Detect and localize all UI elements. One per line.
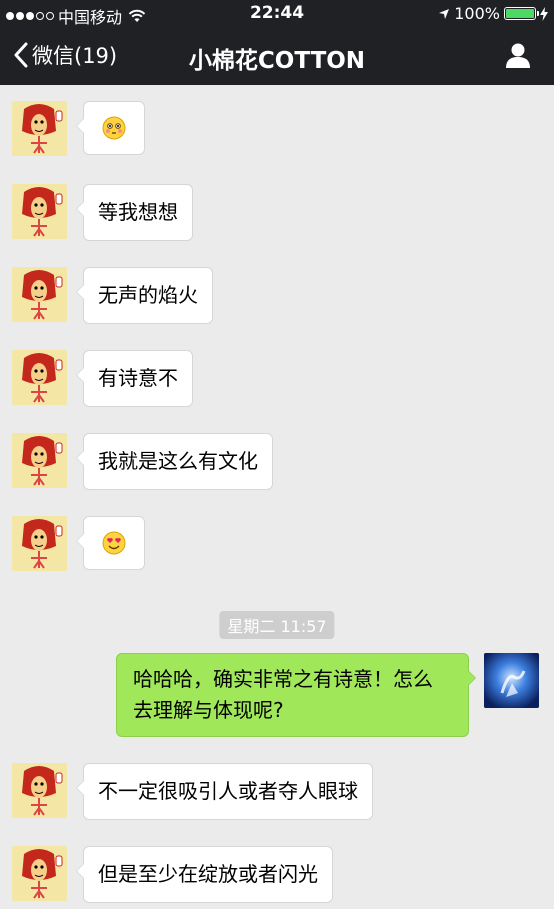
message-bubble[interactable]: 哈哈哈，确实非常之有诗意！怎么 去理解与体现呢? — [116, 653, 476, 737]
message-text-line-1: 哈哈哈，确实非常之有诗意！怎么 — [133, 667, 433, 691]
contact-avatar[interactable] — [12, 433, 67, 488]
location-arrow-icon — [439, 8, 450, 19]
flushed-face-emoji-icon — [102, 116, 126, 140]
message-bubble[interactable] — [76, 516, 145, 570]
contact-avatar[interactable] — [12, 101, 67, 156]
contact-avatar[interactable] — [12, 846, 67, 901]
message-bubble[interactable]: 无声的焰火 — [76, 267, 213, 324]
timestamp-label: 星期二 11:57 — [219, 611, 335, 639]
message-bubble[interactable] — [76, 101, 145, 155]
charging-bolt-icon — [540, 6, 548, 21]
message-bubble[interactable]: 我就是这么有文化 — [76, 433, 273, 490]
my-avatar[interactable] — [484, 653, 539, 708]
contact-avatar[interactable] — [12, 763, 67, 818]
battery-icon — [504, 7, 539, 20]
message-text-line-2: 去理解与体现呢? — [133, 698, 284, 722]
chat-header: 微信(19) 小棉花COTTON — [0, 28, 554, 85]
message-bubble[interactable]: 有诗意不 — [76, 350, 193, 407]
profile-icon[interactable] — [504, 41, 532, 69]
contact-avatar[interactable] — [12, 267, 67, 322]
chat-title: 小棉花COTTON — [188, 48, 366, 74]
contact-avatar[interactable] — [12, 184, 67, 239]
message-bubble[interactable]: 但是至少在绽放或者闪光 — [76, 846, 333, 903]
heart-eyes-face-emoji-icon — [102, 531, 126, 555]
status-bar: 中国移动 22:44 100% — [0, 0, 554, 28]
battery-percentage: 100% — [454, 4, 500, 23]
message-bubble[interactable]: 不一定很吸引人或者夺人眼球 — [76, 763, 373, 820]
contact-avatar[interactable] — [12, 350, 67, 405]
contact-avatar[interactable] — [12, 516, 67, 571]
message-bubble[interactable]: 等我想想 — [76, 184, 193, 241]
